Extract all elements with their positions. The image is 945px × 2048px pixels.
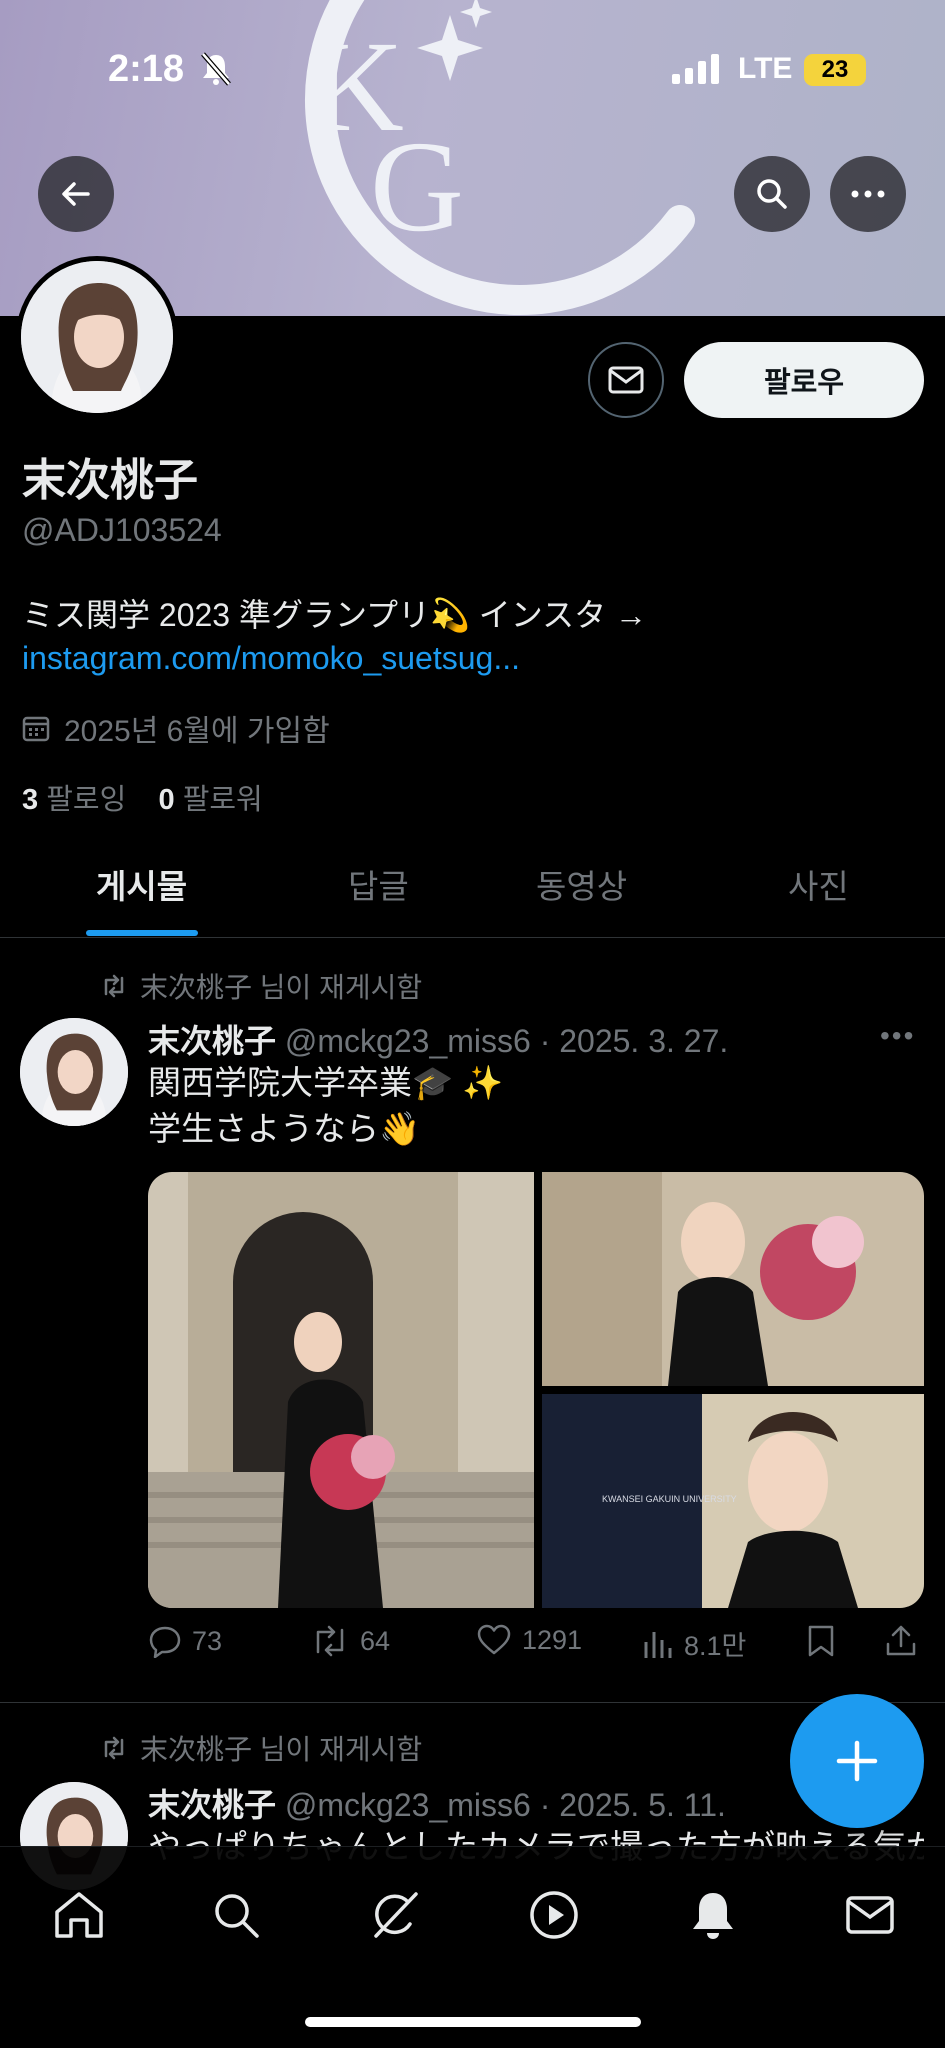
- more-options-button[interactable]: [830, 156, 906, 232]
- tweet-avatar[interactable]: [20, 1018, 128, 1126]
- share-button[interactable]: [884, 1624, 918, 1658]
- status-bar: 2:18 LTE 23: [0, 0, 945, 140]
- search-icon: [215, 1894, 259, 1938]
- profile-bio: ミス関学 2023 準グランプリ💫 インスタ →: [22, 597, 647, 633]
- envelope-icon: [608, 366, 644, 394]
- profile-avatar[interactable]: [16, 256, 178, 418]
- retweet-label: 末次桃子 님이 재게시함: [100, 966, 422, 1006]
- tab-posts[interactable]: 게시물: [96, 860, 187, 908]
- profile-name: 末次桃子: [22, 456, 198, 505]
- views-icon: [644, 1631, 672, 1658]
- reply-icon: [149, 1626, 181, 1658]
- reply-button[interactable]: 73: [148, 1624, 222, 1658]
- calendar-icon: [22, 716, 50, 742]
- follow-stats: 3 팔로잉 0 팔로워: [22, 776, 263, 818]
- nav-search[interactable]: [206, 1885, 266, 1945]
- tweet-media-grid[interactable]: KWANSEI GAKUIN UNIVERSITY: [148, 1172, 924, 1608]
- nav-messages[interactable]: [840, 1885, 900, 1945]
- tab-photos[interactable]: 사진: [788, 860, 849, 908]
- tweet-meta: @mckg23_miss6 · 2025. 3. 27.: [284, 1023, 729, 1059]
- join-date: 2025년 6월에 가입함: [22, 706, 330, 750]
- retweet-icon: [104, 974, 124, 998]
- bookmark-icon: [808, 1625, 834, 1657]
- arrow-left-icon: [62, 182, 90, 206]
- follow-button[interactable]: 팔로우: [684, 342, 924, 418]
- join-date-text: 2025년 6월에 가입함: [64, 715, 330, 748]
- profile-handle: @ADJ103524: [22, 512, 222, 548]
- tweet-text: 関西学院大学卒業🎓 ✨ 学生さようなら👋: [148, 1064, 504, 1147]
- share-icon: [886, 1625, 916, 1656]
- home-icon: [55, 1892, 103, 1938]
- avatar-photo: [20, 1018, 128, 1126]
- nav-video[interactable]: [524, 1885, 584, 1945]
- graduation-photos: KWANSEI GAKUIN UNIVERSITY: [148, 1172, 924, 1608]
- back-button[interactable]: [38, 156, 114, 232]
- tweet-header: 末次桃子 @mckg23_miss6 · 2025. 3. 27.: [148, 1016, 728, 1062]
- like-button[interactable]: 1291: [476, 1624, 582, 1656]
- message-button[interactable]: [588, 342, 664, 418]
- tweet-actions: 73 64 1291 8.1만: [148, 1624, 924, 1674]
- views-button[interactable]: 8.1만: [642, 1624, 746, 1663]
- more-icon: [851, 190, 885, 198]
- tab-replies[interactable]: 답글: [348, 860, 409, 908]
- bookmark-button[interactable]: [806, 1624, 836, 1658]
- play-icon: [530, 1891, 578, 1939]
- search-icon: [757, 179, 787, 209]
- avatar-photo: [21, 261, 173, 413]
- grok-icon: [374, 1892, 418, 1938]
- heart-icon: [477, 1624, 511, 1655]
- signal-icon: [672, 54, 719, 84]
- bio-link[interactable]: instagram.com/momoko_suetsug...: [22, 640, 520, 677]
- status-time: 2:18: [108, 48, 185, 90]
- followers-link[interactable]: 0 팔로워: [158, 784, 262, 816]
- retweet-button[interactable]: 64: [310, 1624, 390, 1658]
- network-type: LTE: [738, 52, 793, 85]
- bottom-nav: [0, 1846, 945, 2048]
- nav-grok[interactable]: [365, 1885, 425, 1945]
- compose-button[interactable]: [790, 1694, 924, 1828]
- plus-icon: [836, 1740, 878, 1782]
- home-indicator: [305, 2017, 641, 2027]
- diploma-label: KWANSEI GAKUIN UNIVERSITY: [602, 1494, 737, 1504]
- retweet-icon: [316, 1625, 344, 1657]
- envelope-icon: [846, 1896, 894, 1934]
- battery-indicator: 23: [804, 54, 866, 86]
- tweet-meta: @mckg23_miss6 · 2025. 5. 11.: [284, 1787, 726, 1823]
- retweet-icon: [104, 1736, 124, 1760]
- nav-notifications[interactable]: [683, 1885, 743, 1945]
- tweet-more-button[interactable]: •••: [880, 1020, 915, 1052]
- profile-tabs: 게시물 답글 동영상 사진: [0, 830, 945, 938]
- tweet-divider: [0, 1702, 945, 1703]
- tab-indicator: [86, 930, 198, 936]
- retweet-label: 末次桃子 님이 재게시함: [100, 1728, 422, 1768]
- following-link[interactable]: 3 팔로잉: [22, 784, 126, 816]
- tweet-author[interactable]: 末次桃子: [148, 1787, 276, 1823]
- search-button[interactable]: [734, 156, 810, 232]
- bell-icon: [693, 1893, 733, 1939]
- tweet-header: 末次桃子 @mckg23_miss6 · 2025. 5. 11.: [148, 1780, 726, 1826]
- tab-videos[interactable]: 동영상: [536, 860, 627, 908]
- silent-bell-icon: [201, 52, 231, 86]
- tweet-author[interactable]: 末次桃子: [148, 1023, 276, 1059]
- nav-home[interactable]: [49, 1885, 109, 1945]
